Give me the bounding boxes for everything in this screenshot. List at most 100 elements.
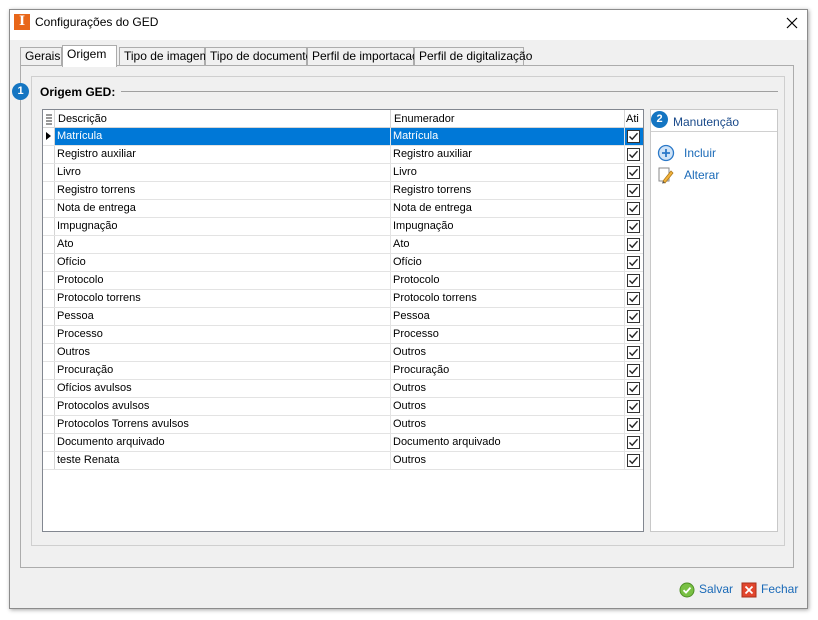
ativo-checkbox[interactable] bbox=[627, 328, 640, 341]
column-header-ativo[interactable]: Ati bbox=[625, 110, 643, 128]
ativo-checkbox[interactable] bbox=[627, 256, 640, 269]
cell-enumerador[interactable]: Protocolo bbox=[391, 272, 625, 289]
row-indicator[interactable] bbox=[43, 128, 55, 145]
table-row[interactable]: Ofícios avulsos Outros bbox=[43, 380, 643, 398]
tab-tipo-de-documento[interactable]: Tipo de documento bbox=[205, 47, 312, 66]
row-indicator[interactable] bbox=[43, 452, 55, 469]
ativo-checkbox[interactable] bbox=[627, 436, 640, 449]
row-indicator[interactable] bbox=[43, 290, 55, 307]
row-indicator[interactable] bbox=[43, 416, 55, 433]
cell-descricao[interactable]: Ato bbox=[55, 236, 391, 253]
row-indicator[interactable] bbox=[43, 164, 55, 181]
cell-enumerador[interactable]: Outros bbox=[391, 380, 625, 397]
ativo-checkbox[interactable] bbox=[627, 202, 640, 215]
table-row[interactable]: Protocolo Protocolo bbox=[43, 272, 643, 290]
cell-enumerador[interactable]: Documento arquivado bbox=[391, 434, 625, 451]
cell-enumerador[interactable]: Impugnação bbox=[391, 218, 625, 235]
row-indicator[interactable] bbox=[43, 182, 55, 199]
row-indicator[interactable] bbox=[43, 398, 55, 415]
ativo-checkbox[interactable] bbox=[627, 382, 640, 395]
alterar-button[interactable]: Alterar bbox=[657, 166, 727, 184]
cell-enumerador[interactable]: Outros bbox=[391, 416, 625, 433]
table-row[interactable]: Impugnação Impugnação bbox=[43, 218, 643, 236]
cell-enumerador[interactable]: Ofício bbox=[391, 254, 625, 271]
row-indicator[interactable] bbox=[43, 218, 55, 235]
close-window-button[interactable] bbox=[781, 12, 803, 34]
table-row[interactable]: Ato Ato bbox=[43, 236, 643, 254]
row-indicator[interactable] bbox=[43, 344, 55, 361]
ativo-checkbox[interactable] bbox=[627, 364, 640, 377]
ativo-checkbox[interactable] bbox=[627, 454, 640, 467]
ativo-checkbox[interactable] bbox=[627, 346, 640, 359]
cell-descricao[interactable]: Registro torrens bbox=[55, 182, 391, 199]
close-button[interactable]: Fechar bbox=[741, 581, 799, 599]
cell-descricao[interactable]: Ofício bbox=[55, 254, 391, 271]
cell-enumerador[interactable]: Outros bbox=[391, 344, 625, 361]
table-row[interactable]: Pessoa Pessoa bbox=[43, 308, 643, 326]
row-indicator[interactable] bbox=[43, 254, 55, 271]
cell-descricao[interactable]: Matrícula bbox=[55, 128, 391, 145]
table-row[interactable]: Livro Livro bbox=[43, 164, 643, 182]
table-row[interactable]: Procuração Procuração bbox=[43, 362, 643, 380]
cell-descricao[interactable]: Protocolo torrens bbox=[55, 290, 391, 307]
column-chooser-button[interactable] bbox=[43, 110, 55, 128]
row-indicator[interactable] bbox=[43, 380, 55, 397]
ativo-checkbox[interactable] bbox=[627, 418, 640, 431]
cell-descricao[interactable]: Documento arquivado bbox=[55, 434, 391, 451]
table-row[interactable]: teste Renata Outros bbox=[43, 452, 643, 470]
cell-descricao[interactable]: Livro bbox=[55, 164, 391, 181]
row-indicator[interactable] bbox=[43, 362, 55, 379]
cell-descricao[interactable]: Impugnação bbox=[55, 218, 391, 235]
cell-descricao[interactable]: Procuração bbox=[55, 362, 391, 379]
save-button[interactable]: Salvar bbox=[679, 581, 735, 599]
tab-perfil-de-importacao[interactable]: Perfil de importacao bbox=[307, 47, 419, 66]
tab-perfil-de-digitalizacao[interactable]: Perfil de digitalização bbox=[414, 47, 532, 66]
column-header-enumerador[interactable]: Enumerador bbox=[391, 110, 625, 128]
table-row[interactable]: Ofício Ofício bbox=[43, 254, 643, 272]
table-row[interactable]: Protocolo torrens Protocolo torrens bbox=[43, 290, 643, 308]
table-row[interactable]: Documento arquivado Documento arquivado bbox=[43, 434, 643, 452]
ativo-checkbox[interactable] bbox=[627, 184, 640, 197]
cell-enumerador[interactable]: Procuração bbox=[391, 362, 625, 379]
row-indicator[interactable] bbox=[43, 146, 55, 163]
cell-descricao[interactable]: Processo bbox=[55, 326, 391, 343]
column-header-descricao[interactable]: Descrição bbox=[55, 110, 391, 128]
ativo-checkbox[interactable] bbox=[627, 220, 640, 233]
tab-gerais[interactable]: Gerais bbox=[20, 47, 62, 66]
cell-enumerador[interactable]: Registro auxiliar bbox=[391, 146, 625, 163]
row-indicator[interactable] bbox=[43, 308, 55, 325]
cell-descricao[interactable]: Protocolos Torrens avulsos bbox=[55, 416, 391, 433]
table-row[interactable]: Nota de entrega Nota de entrega bbox=[43, 200, 643, 218]
tab-tipo-de-imagem[interactable]: Tipo de imagem bbox=[119, 47, 210, 66]
cell-enumerador[interactable]: Processo bbox=[391, 326, 625, 343]
cell-enumerador[interactable]: Outros bbox=[391, 398, 625, 415]
cell-descricao[interactable]: teste Renata bbox=[55, 452, 391, 469]
row-indicator[interactable] bbox=[43, 272, 55, 289]
ativo-checkbox[interactable] bbox=[627, 148, 640, 161]
row-indicator[interactable] bbox=[43, 434, 55, 451]
cell-enumerador[interactable]: Nota de entrega bbox=[391, 200, 625, 217]
origem-grid[interactable]: Descrição Enumerador Ati Matrícula Matríc… bbox=[42, 109, 644, 532]
ativo-checkbox[interactable] bbox=[627, 130, 640, 143]
ativo-checkbox[interactable] bbox=[627, 400, 640, 413]
cell-descricao[interactable]: Protocolo bbox=[55, 272, 391, 289]
tab-origem[interactable]: Origem bbox=[62, 45, 117, 67]
table-row[interactable]: Registro torrens Registro torrens bbox=[43, 182, 643, 200]
ativo-checkbox[interactable] bbox=[627, 274, 640, 287]
row-indicator[interactable] bbox=[43, 236, 55, 253]
ativo-checkbox[interactable] bbox=[627, 238, 640, 251]
row-indicator[interactable] bbox=[43, 326, 55, 343]
cell-enumerador[interactable]: Livro bbox=[391, 164, 625, 181]
cell-descricao[interactable]: Outros bbox=[55, 344, 391, 361]
row-indicator[interactable] bbox=[43, 200, 55, 217]
cell-enumerador[interactable]: Protocolo torrens bbox=[391, 290, 625, 307]
table-row[interactable]: Processo Processo bbox=[43, 326, 643, 344]
ativo-checkbox[interactable] bbox=[627, 310, 640, 323]
ativo-checkbox[interactable] bbox=[627, 166, 640, 179]
table-row[interactable]: Matrícula Matrícula bbox=[43, 128, 643, 146]
ativo-checkbox[interactable] bbox=[627, 292, 640, 305]
cell-descricao[interactable]: Ofícios avulsos bbox=[55, 380, 391, 397]
table-row[interactable]: Protocolos avulsos Outros bbox=[43, 398, 643, 416]
incluir-button[interactable]: Incluir bbox=[657, 144, 727, 162]
cell-descricao[interactable]: Pessoa bbox=[55, 308, 391, 325]
